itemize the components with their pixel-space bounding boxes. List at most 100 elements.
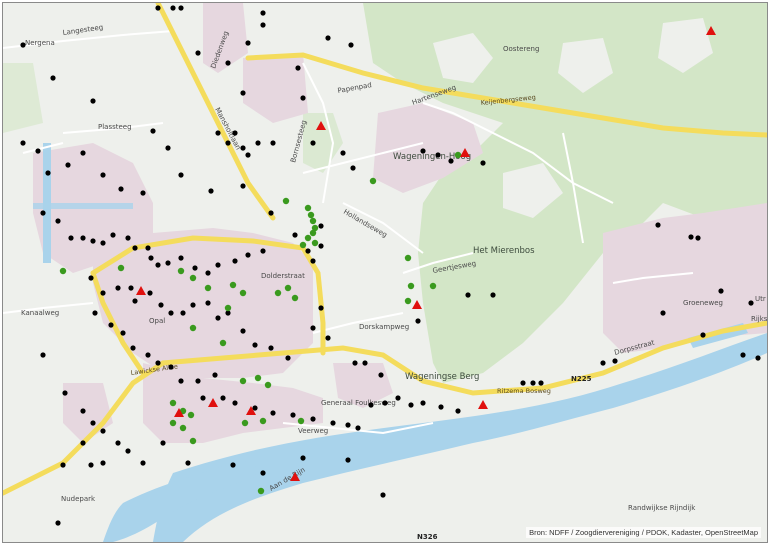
- marker-black: [378, 372, 384, 378]
- marker-black: [115, 440, 121, 446]
- marker-black: [530, 380, 536, 386]
- marker-black: [130, 345, 136, 351]
- marker-black: [255, 140, 261, 146]
- marker-green: [454, 151, 462, 159]
- marker-black: [232, 258, 238, 264]
- map-canvas[interactable]: Nergena Langesteeg Oostereng Plassteeg P…: [3, 3, 767, 542]
- marker-green: [304, 204, 312, 212]
- label-utr: Utr: [755, 295, 766, 303]
- marker-black: [215, 130, 221, 136]
- marker-green: [274, 289, 282, 297]
- marker-black: [340, 150, 346, 156]
- map-frame[interactable]: Nergena Langesteeg Oostereng Plassteeg P…: [2, 2, 768, 543]
- marker-black: [220, 395, 226, 401]
- marker-black: [325, 35, 331, 41]
- label-veerweg: Veerweg: [298, 427, 328, 435]
- marker-black: [245, 152, 251, 158]
- marker-black: [395, 395, 401, 401]
- marker-black: [260, 10, 266, 16]
- marker-black: [252, 342, 258, 348]
- marker-green: [311, 239, 319, 247]
- marker-black: [230, 462, 236, 468]
- marker-black: [20, 140, 26, 146]
- label-randwijkse-rijndijk: Randwijkse Rijndijk: [628, 504, 696, 512]
- marker-black: [688, 234, 694, 240]
- marker-black: [168, 310, 174, 316]
- label-het-mierenbos: Het Mierenbos: [473, 246, 535, 256]
- marker-green: [219, 339, 227, 347]
- marker-green: [309, 229, 317, 237]
- marker-black: [212, 372, 218, 378]
- marker-black: [68, 235, 74, 241]
- marker-green: [177, 267, 185, 275]
- marker-black: [345, 457, 351, 463]
- marker-green: [204, 284, 212, 292]
- marker-black: [140, 460, 146, 466]
- marker-black: [80, 235, 86, 241]
- marker-black: [62, 390, 68, 396]
- marker-black: [150, 128, 156, 134]
- marker-black: [225, 60, 231, 66]
- marker-black: [128, 285, 134, 291]
- marker-black: [270, 140, 276, 146]
- marker-black: [80, 440, 86, 446]
- marker-black: [148, 255, 154, 261]
- marker-black: [100, 428, 106, 434]
- label-ritzema-bosweg: Ritzema Bosweg: [497, 387, 551, 395]
- marker-green: [224, 304, 232, 312]
- marker-black: [215, 262, 221, 268]
- marker-black: [115, 285, 121, 291]
- marker-black: [145, 352, 151, 358]
- marker-black: [310, 325, 316, 331]
- marker-black: [178, 255, 184, 261]
- marker-black: [215, 315, 221, 321]
- marker-black: [108, 322, 114, 328]
- marker-green: [309, 217, 317, 225]
- marker-black: [318, 305, 324, 311]
- marker-black: [170, 5, 176, 11]
- marker-black: [147, 290, 153, 296]
- label-kanaalweg: Kanaalweg: [21, 309, 59, 317]
- marker-black: [155, 5, 161, 11]
- marker-black: [40, 352, 46, 358]
- marker-black: [160, 440, 166, 446]
- marker-black: [192, 265, 198, 271]
- marker-black: [100, 290, 106, 296]
- marker-black: [660, 310, 666, 316]
- marker-black: [420, 400, 426, 406]
- marker-black: [305, 248, 311, 254]
- marker-black: [318, 223, 324, 229]
- marker-black: [350, 165, 356, 171]
- marker-green: [429, 282, 437, 290]
- marker-green: [189, 324, 197, 332]
- marker-black: [612, 358, 618, 364]
- map-attribution: Bron: NDFF / Zoogdiervereniging / PDOK, …: [526, 527, 761, 538]
- marker-black: [318, 243, 324, 249]
- marker-black: [168, 364, 174, 370]
- label-n326: N326: [417, 533, 438, 541]
- marker-black: [90, 238, 96, 244]
- marker-black: [140, 190, 146, 196]
- marker-black: [165, 260, 171, 266]
- marker-black: [438, 404, 444, 410]
- marker-black: [260, 22, 266, 28]
- marker-black: [362, 360, 368, 366]
- marker-black: [290, 412, 296, 418]
- marker-black: [55, 520, 61, 526]
- marker-black: [90, 420, 96, 426]
- marker-black: [118, 186, 124, 192]
- marker-black: [60, 462, 66, 468]
- marker-black: [185, 460, 191, 466]
- marker-black: [245, 252, 251, 258]
- marker-black: [240, 90, 246, 96]
- marker-black: [195, 378, 201, 384]
- marker-green: [257, 487, 265, 495]
- marker-black: [178, 172, 184, 178]
- marker-black: [92, 310, 98, 316]
- marker-black: [20, 42, 26, 48]
- marker-black: [205, 300, 211, 306]
- marker-black: [100, 172, 106, 178]
- marker-black: [408, 402, 414, 408]
- marker-black: [158, 302, 164, 308]
- marker-black: [190, 302, 196, 308]
